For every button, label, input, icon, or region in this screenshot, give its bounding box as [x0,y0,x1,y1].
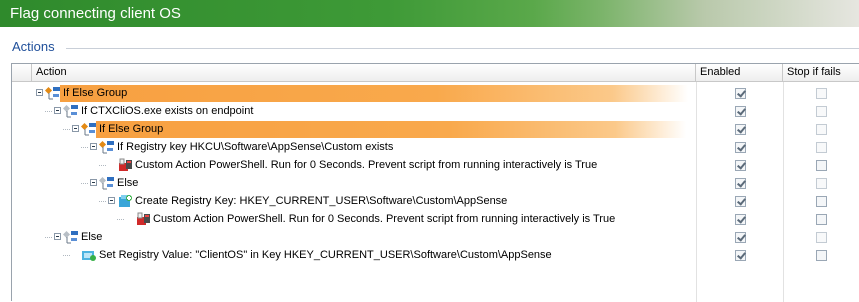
row-label: If Registry key HKCU\Software\AppSense\C… [117,141,394,153]
window-titlebar: Flag connecting client OS [0,0,859,27]
row-label: If Else Group [63,87,128,99]
table-row[interactable]: Custom Action PowerShell. Run for 0 Seco… [12,156,859,174]
row-label: Custom Action PowerShell. Run for 0 Seco… [135,159,598,171]
tree-connector [81,183,89,184]
row-label: Custom Action PowerShell. Run for 0 Seco… [153,213,616,225]
stop-if-fails-checkbox[interactable] [816,142,827,153]
enabled-checkbox[interactable] [735,214,746,225]
collapse-toggle-icon[interactable] [90,143,97,150]
section-divider [66,48,859,49]
row-label: Create Registry Key: HKEY_CURRENT_USER\S… [135,195,508,207]
column-header-enabled[interactable]: Enabled [696,64,783,81]
enabled-checkbox[interactable] [735,160,746,171]
if-else-group-icon [44,85,61,101]
stop-if-fails-checkbox[interactable] [816,124,827,135]
tree-connector [99,165,107,166]
tree-connector [63,129,71,130]
header-gutter [12,64,32,81]
tree-connector [117,219,125,220]
tree-connector [63,255,71,256]
table-row[interactable]: Else [12,228,859,246]
window-title: Flag connecting client OS [10,5,181,22]
table-row[interactable]: If Else Group [12,120,859,138]
column-header-stop-if-fails[interactable]: Stop if fails [783,64,859,81]
table-row[interactable]: Else [12,174,859,192]
tree-connector [99,201,107,202]
section-label-actions: Actions [12,39,55,54]
collapse-toggle-icon[interactable] [72,125,79,132]
stop-if-fails-checkbox[interactable] [816,160,827,171]
else-icon [62,229,79,245]
stop-if-fails-checkbox[interactable] [816,214,827,225]
stop-if-fails-checkbox[interactable] [816,106,827,117]
collapse-toggle-icon[interactable] [108,197,115,204]
enabled-checkbox[interactable] [735,196,746,207]
table-row[interactable]: If Else Group [12,84,859,102]
enabled-checkbox[interactable] [735,142,746,153]
collapse-toggle-icon[interactable] [90,179,97,186]
powershell-icon [135,211,151,227]
table-row[interactable]: Set Registry Value: "ClientOS" in Key HK… [12,246,859,264]
actions-tree-grid[interactable]: Action Enabled Stop if fails If Else Gro… [11,63,859,302]
powershell-icon [117,157,133,173]
table-row[interactable]: Custom Action PowerShell. Run for 0 Seco… [12,210,859,228]
registry-key-icon [117,193,133,209]
tree-connector [45,237,53,238]
else-icon [98,175,115,191]
enabled-checkbox[interactable] [735,232,746,243]
if-else-group-icon [80,121,97,137]
stop-if-fails-checkbox[interactable] [816,88,827,99]
collapse-toggle-icon[interactable] [36,89,43,96]
condition-icon [62,103,79,119]
stop-if-fails-checkbox[interactable] [816,250,827,261]
table-row[interactable]: Create Registry Key: HKEY_CURRENT_USER\S… [12,192,859,210]
row-label: Else [81,231,103,243]
row-highlight [96,121,686,138]
table-row[interactable]: If CTXCliOS.exe exists on endpoint [12,102,859,120]
row-label: If CTXCliOS.exe exists on endpoint [81,105,254,117]
tree-connector [45,111,53,112]
collapse-toggle-icon[interactable] [54,107,61,114]
stop-if-fails-checkbox[interactable] [816,196,827,207]
registry-condition-icon [98,139,115,155]
enabled-checkbox[interactable] [735,124,746,135]
row-label: If Else Group [99,123,164,135]
registry-value-icon [81,247,97,263]
enabled-checkbox[interactable] [735,88,746,99]
column-header-action[interactable]: Action [32,64,696,81]
grid-header: Action Enabled Stop if fails [12,64,859,82]
row-label: Set Registry Value: "ClientOS" in Key HK… [99,249,552,261]
collapse-toggle-icon[interactable] [54,233,61,240]
table-row[interactable]: If Registry key HKCU\Software\AppSense\C… [12,138,859,156]
stop-if-fails-checkbox[interactable] [816,178,827,189]
stop-if-fails-checkbox[interactable] [816,232,827,243]
row-label: Else [117,177,139,189]
enabled-checkbox[interactable] [735,250,746,261]
row-highlight [60,85,688,102]
tree-connector [81,147,89,148]
enabled-checkbox[interactable] [735,106,746,117]
enabled-checkbox[interactable] [735,178,746,189]
